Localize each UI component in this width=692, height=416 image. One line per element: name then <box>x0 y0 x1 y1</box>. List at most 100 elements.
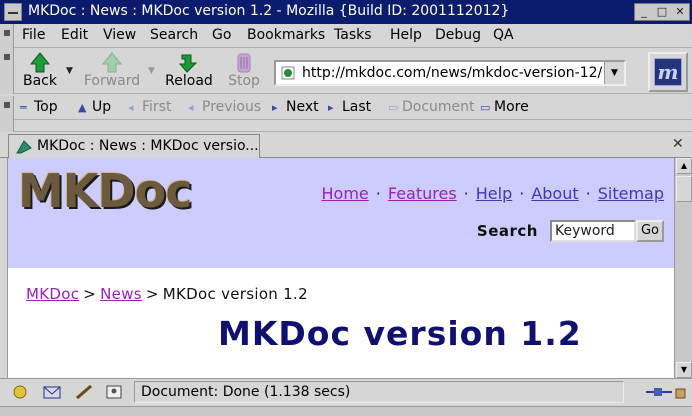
menu-go[interactable]: Go <box>212 27 231 43</box>
search-input[interactable]: Keyword <box>550 220 636 242</box>
nav-link-sitemap[interactable]: Sitemap <box>598 184 664 203</box>
forward-arrow-icon <box>101 52 123 73</box>
minimize-icon[interactable]: _ <box>635 4 653 20</box>
menubar-grippy[interactable] <box>0 24 14 48</box>
last-icon: ▸ <box>328 101 334 114</box>
site-banner: MKDoc Home · Features · Help · About · Sitemap S… <box>8 158 674 268</box>
back-button[interactable]: Back <box>18 48 62 92</box>
navbar-grippy[interactable] <box>0 48 14 94</box>
tab-mkdoc[interactable]: MKDoc : News : MKDoc versio... <box>8 134 260 158</box>
site-nav-previous[interactable]: ◂ Previous <box>188 99 261 115</box>
menu-edit[interactable]: Edit <box>61 27 88 43</box>
maximize-icon[interactable]: □ <box>653 4 671 20</box>
url-history-dropdown-icon[interactable]: ▼ <box>604 62 624 84</box>
previous-icon: ◂ <box>188 101 194 114</box>
breadcrumb: MKDoc > News > MKDoc version 1.2 <box>26 285 308 303</box>
mkdoc-logo[interactable]: MKDoc <box>18 164 192 218</box>
reload-icon <box>178 54 198 73</box>
forward-label: Forward <box>83 73 141 89</box>
scroll-down-icon[interactable]: ▼ <box>676 362 692 378</box>
up-icon: ▲ <box>78 101 87 114</box>
strip-grippy[interactable] <box>0 120 14 132</box>
site-nav-last[interactable]: ▸ Last <box>328 99 371 115</box>
address-book-icon[interactable] <box>104 383 124 401</box>
back-dropdown-icon[interactable]: ▼ <box>66 66 73 76</box>
window-title: MKDoc : News : MKDoc version 1.2 - Mozil… <box>28 3 510 19</box>
vertical-scrollbar[interactable]: ▲ ▼ <box>674 158 692 378</box>
throbber[interactable]: m <box>648 52 688 92</box>
site-nav-more[interactable]: ▭ More <box>480 99 529 115</box>
menu-search[interactable]: Search <box>150 27 198 43</box>
forward-dropdown-icon[interactable]: ▼ <box>148 66 155 76</box>
menu-bar: File Edit View Search Go Bookmarks Tasks… <box>0 24 692 48</box>
tab-bar: MKDoc : News : MKDoc versio... <box>0 132 692 158</box>
window-titlebar: MKDoc : News : MKDoc version 1.2 - Mozil… <box>0 0 692 24</box>
stop-label: Stop <box>228 73 260 89</box>
sidebar-splitter[interactable] <box>0 158 8 378</box>
site-nav-top[interactable]: ═ Top <box>20 99 58 115</box>
site-main-nav: Home · Features · Help · About · Sitemap <box>322 184 664 203</box>
site-nav-previous-label: Previous <box>202 99 262 115</box>
status-text: Document: Done (1.138 secs) <box>134 381 624 403</box>
menu-bookmarks[interactable]: Bookmarks <box>247 27 325 43</box>
breadcrumb-mkdoc[interactable]: MKDoc <box>26 285 79 303</box>
back-label: Back <box>23 73 57 89</box>
menu-file[interactable]: File <box>22 27 45 43</box>
menu-qa[interactable]: QA <box>493 27 514 43</box>
site-search: Search Keyword Go <box>454 219 664 243</box>
document-icon: ▭ <box>388 101 399 114</box>
menu-debug[interactable]: Debug <box>435 27 481 43</box>
menu-help[interactable]: Help <box>390 27 422 43</box>
page-content: MKDoc Home · Features · Help · About · Sitemap S… <box>8 158 674 378</box>
tab-close-icon[interactable]: ✕ <box>672 136 684 152</box>
online-status-icon[interactable] <box>644 383 688 401</box>
scroll-up-icon[interactable]: ▲ <box>676 158 692 174</box>
navigator-icon[interactable] <box>10 383 30 401</box>
site-navigation-bar: ═ Top ▲ Up ◂ First ◂ Previous ▸ Next ▸ Last ▭ D… <box>0 96 692 120</box>
breadcrumb-news[interactable]: News <box>100 285 142 303</box>
go-button[interactable]: Go <box>636 220 664 242</box>
page-title: MKDoc version 1.2 <box>218 314 582 353</box>
site-nav-next[interactable]: ▸ Next <box>272 99 319 115</box>
site-nav-last-label: Last <box>342 99 372 115</box>
mail-icon[interactable] <box>42 383 62 401</box>
back-arrow-icon <box>29 52 51 73</box>
tab-favicon-icon <box>16 140 32 154</box>
forward-button[interactable]: Forward <box>80 48 144 92</box>
close-icon[interactable]: ✕ <box>671 4 689 20</box>
window-menu-icon[interactable] <box>4 3 22 21</box>
url-input[interactable]: http://mkdoc.com/news/mkdoc-version-12/ <box>302 65 602 81</box>
breadcrumb-separator: > <box>145 285 159 303</box>
site-nav-first[interactable]: ◂ First <box>128 99 171 115</box>
bottom-strip <box>0 406 692 416</box>
menu-tasks[interactable]: Tasks <box>334 27 372 43</box>
site-nav-more-label: More <box>494 99 529 115</box>
status-bar: Document: Done (1.138 secs) <box>0 378 692 406</box>
search-label: Search <box>476 222 538 240</box>
nav-separator: · <box>463 184 469 203</box>
first-icon: ◂ <box>128 101 134 114</box>
url-bar[interactable]: http://mkdoc.com/news/mkdoc-version-12/ … <box>274 60 626 86</box>
breadcrumb-separator: > <box>83 285 97 303</box>
nav-link-help[interactable]: Help <box>476 184 512 203</box>
site-nav-next-label: Next <box>286 99 319 115</box>
security-lock-icon <box>675 388 686 399</box>
sitebar-grippy[interactable] <box>0 96 14 120</box>
site-nav-up[interactable]: ▲ Up <box>78 99 111 115</box>
reload-label: Reload <box>165 73 213 89</box>
nav-link-features[interactable]: Features <box>388 184 457 203</box>
composer-icon[interactable] <box>74 383 94 401</box>
breadcrumb-current: MKDoc version 1.2 <box>162 285 308 303</box>
scrollbar-thumb[interactable] <box>676 176 692 202</box>
menu-view[interactable]: View <box>103 27 136 43</box>
site-nav-document-label: Document <box>402 99 475 115</box>
nav-link-home[interactable]: Home <box>322 184 369 203</box>
stop-button[interactable]: Stop <box>224 48 264 92</box>
nav-separator: · <box>585 184 591 203</box>
site-nav-document[interactable]: ▭ Document <box>388 99 475 115</box>
reload-button[interactable]: Reload <box>162 48 216 92</box>
collapsed-toolbar-strip <box>0 120 692 132</box>
page-proxy-icon[interactable] <box>280 65 296 81</box>
nav-separator: · <box>519 184 525 203</box>
nav-link-about[interactable]: About <box>531 184 578 203</box>
